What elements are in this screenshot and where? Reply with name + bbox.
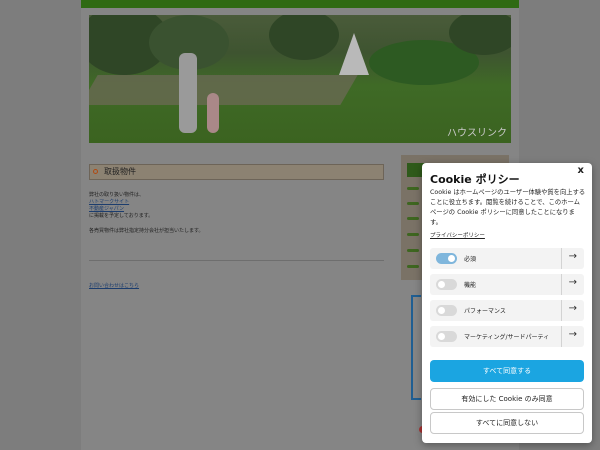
header-bar	[81, 0, 519, 8]
after-links-text: に掲載を予定しております。	[89, 213, 154, 219]
cookie-category-functional[interactable]: 機能 →	[430, 274, 584, 295]
chevron-right-icon[interactable]: →	[569, 303, 577, 314]
category-label: マーケティング/サードパーティ	[464, 334, 550, 341]
link-fudosan-japan[interactable]: 不動産ジャパン	[89, 206, 124, 213]
chevron-right-icon[interactable]: →	[569, 251, 577, 262]
intro-text: 弊社の取り扱い物件は、	[89, 192, 145, 198]
sidebar-item[interactable]	[407, 249, 419, 252]
chevron-right-icon[interactable]: →	[569, 277, 577, 288]
sidebar-item[interactable]	[407, 187, 419, 190]
cookie-policy-dialog: x Cookie ポリシー Cookie はホームページのユーザー体験や質を向上…	[422, 163, 592, 443]
toggle-switch[interactable]	[436, 331, 457, 342]
hero-watermark: ハウスリンク	[447, 128, 507, 139]
hero-image: ハウスリンク	[89, 15, 511, 143]
contact-link[interactable]: お問い合わせはこちら	[89, 283, 139, 290]
section-title: 取扱物件	[104, 167, 136, 176]
toggle-switch[interactable]	[436, 279, 457, 290]
close-icon[interactable]: x	[578, 165, 584, 176]
dialog-description: Cookie はホームページのユーザー体験や質を向上することに役立ちます。閲覧を…	[430, 189, 586, 226]
chevron-right-icon[interactable]: →	[569, 329, 577, 340]
reject-all-button[interactable]: すべてに同意しない	[430, 412, 584, 434]
link-hatomark[interactable]: ハトマークサイト	[89, 199, 129, 206]
sidebar-item[interactable]	[407, 265, 419, 268]
dialog-title: Cookie ポリシー	[430, 173, 520, 186]
bullet-icon	[93, 169, 98, 174]
privacy-policy-link[interactable]: プライバシーポリシー	[430, 231, 485, 239]
note-text: 各売買物件は弊社指定持分会社が担当いたします。	[89, 228, 204, 234]
cookie-category-marketing[interactable]: マーケティング/サードパーティ →	[430, 326, 584, 347]
section-heading: 取扱物件	[89, 164, 384, 180]
category-label: 機能	[464, 282, 477, 289]
sidebar-banner[interactable]	[411, 295, 421, 400]
sidebar-item[interactable]	[407, 233, 419, 236]
category-label: 必須	[464, 256, 477, 263]
sidebar-item[interactable]	[407, 202, 419, 205]
toggle-switch[interactable]	[436, 253, 457, 264]
cookie-category-performance[interactable]: パフォーマンス →	[430, 300, 584, 321]
toggle-switch[interactable]	[436, 305, 457, 316]
cookie-category-required[interactable]: 必須 →	[430, 248, 584, 269]
accept-enabled-button[interactable]: 有効にした Cookie のみ同意	[430, 388, 584, 410]
accept-all-button[interactable]: すべて同意する	[430, 360, 584, 382]
sidebar-item[interactable]	[407, 217, 419, 220]
divider	[89, 260, 384, 261]
category-label: パフォーマンス	[464, 308, 506, 315]
